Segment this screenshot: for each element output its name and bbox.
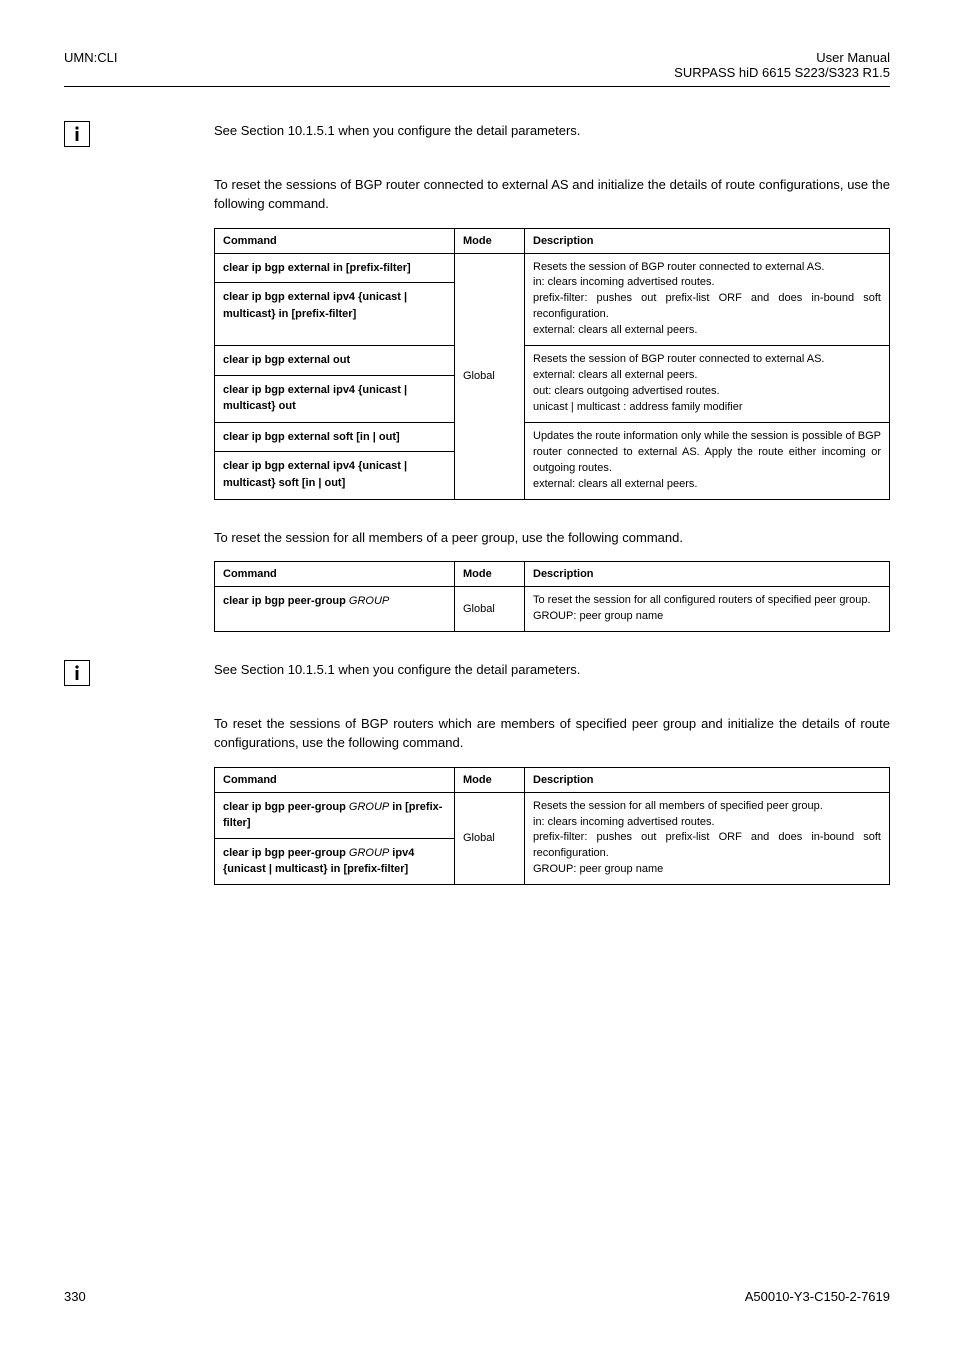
- table2-r1-command: clear ip bgp peer-group GROUP: [215, 587, 455, 632]
- table2-mode: Global: [455, 587, 525, 632]
- table1-r3-description: Updates the route information only while…: [525, 422, 890, 499]
- note-text-2: See Section 10.1.5.1 when you configure …: [214, 660, 890, 680]
- table3-r1-command: clear ip bgp peer-group GROUP in [prefix…: [215, 792, 455, 838]
- paragraph-3: To reset the sessions of BGP routers whi…: [214, 714, 890, 753]
- table3-mode: Global: [455, 792, 525, 885]
- header-right-line1: User Manual: [674, 50, 890, 65]
- table3-header-description: Description: [525, 767, 890, 792]
- table3-header-mode: Mode: [455, 767, 525, 792]
- table3-r2-command: clear ip bgp peer-group GROUP ipv4 {unic…: [215, 838, 455, 884]
- header-left: UMN:CLI: [64, 50, 117, 80]
- table1-r2-description: Resets the session of BGP router connect…: [525, 346, 890, 423]
- footer-doc-id: A50010-Y3-C150-2-7619: [745, 1289, 890, 1304]
- table2-header-command: Command: [215, 562, 455, 587]
- table1-header-mode: Mode: [455, 228, 525, 253]
- table1-mode: Global: [455, 253, 525, 499]
- table2-header-description: Description: [525, 562, 890, 587]
- footer-page-number: 330: [64, 1289, 86, 1304]
- note-text-1: See Section 10.1.5.1 when you configure …: [214, 121, 890, 141]
- command-table-2: Command Mode Description clear ip bgp pe…: [214, 561, 890, 632]
- table1-r3-command: clear ip bgp external soft [in | out] cl…: [215, 422, 455, 499]
- table1-r1-command: clear ip bgp external in [prefix-filter]…: [215, 253, 455, 346]
- table2-r1-description: To reset the session for all configured …: [525, 587, 890, 632]
- table2-header-mode: Mode: [455, 562, 525, 587]
- info-icon: [64, 121, 90, 147]
- header-right: User Manual SURPASS hiD 6615 S223/S323 R…: [674, 50, 890, 80]
- command-table-1: Command Mode Description clear ip bgp ex…: [214, 228, 890, 500]
- command-table-3: Command Mode Description clear ip bgp pe…: [214, 767, 890, 886]
- table1-r1-description: Resets the session of BGP router connect…: [525, 253, 890, 346]
- page-header: UMN:CLI User Manual SURPASS hiD 6615 S22…: [64, 50, 890, 87]
- paragraph-2: To reset the session for all members of …: [214, 528, 890, 548]
- table1-header-description: Description: [525, 228, 890, 253]
- page-footer: 330 A50010-Y3-C150-2-7619: [64, 1289, 890, 1304]
- header-right-line2: SURPASS hiD 6615 S223/S323 R1.5: [674, 65, 890, 80]
- table1-r2-command: clear ip bgp external out clear ip bgp e…: [215, 346, 455, 423]
- info-icon: [64, 660, 90, 686]
- table1-header-command: Command: [215, 228, 455, 253]
- paragraph-1: To reset the sessions of BGP router conn…: [214, 175, 890, 214]
- table3-description: Resets the session for all members of sp…: [525, 792, 890, 885]
- table3-header-command: Command: [215, 767, 455, 792]
